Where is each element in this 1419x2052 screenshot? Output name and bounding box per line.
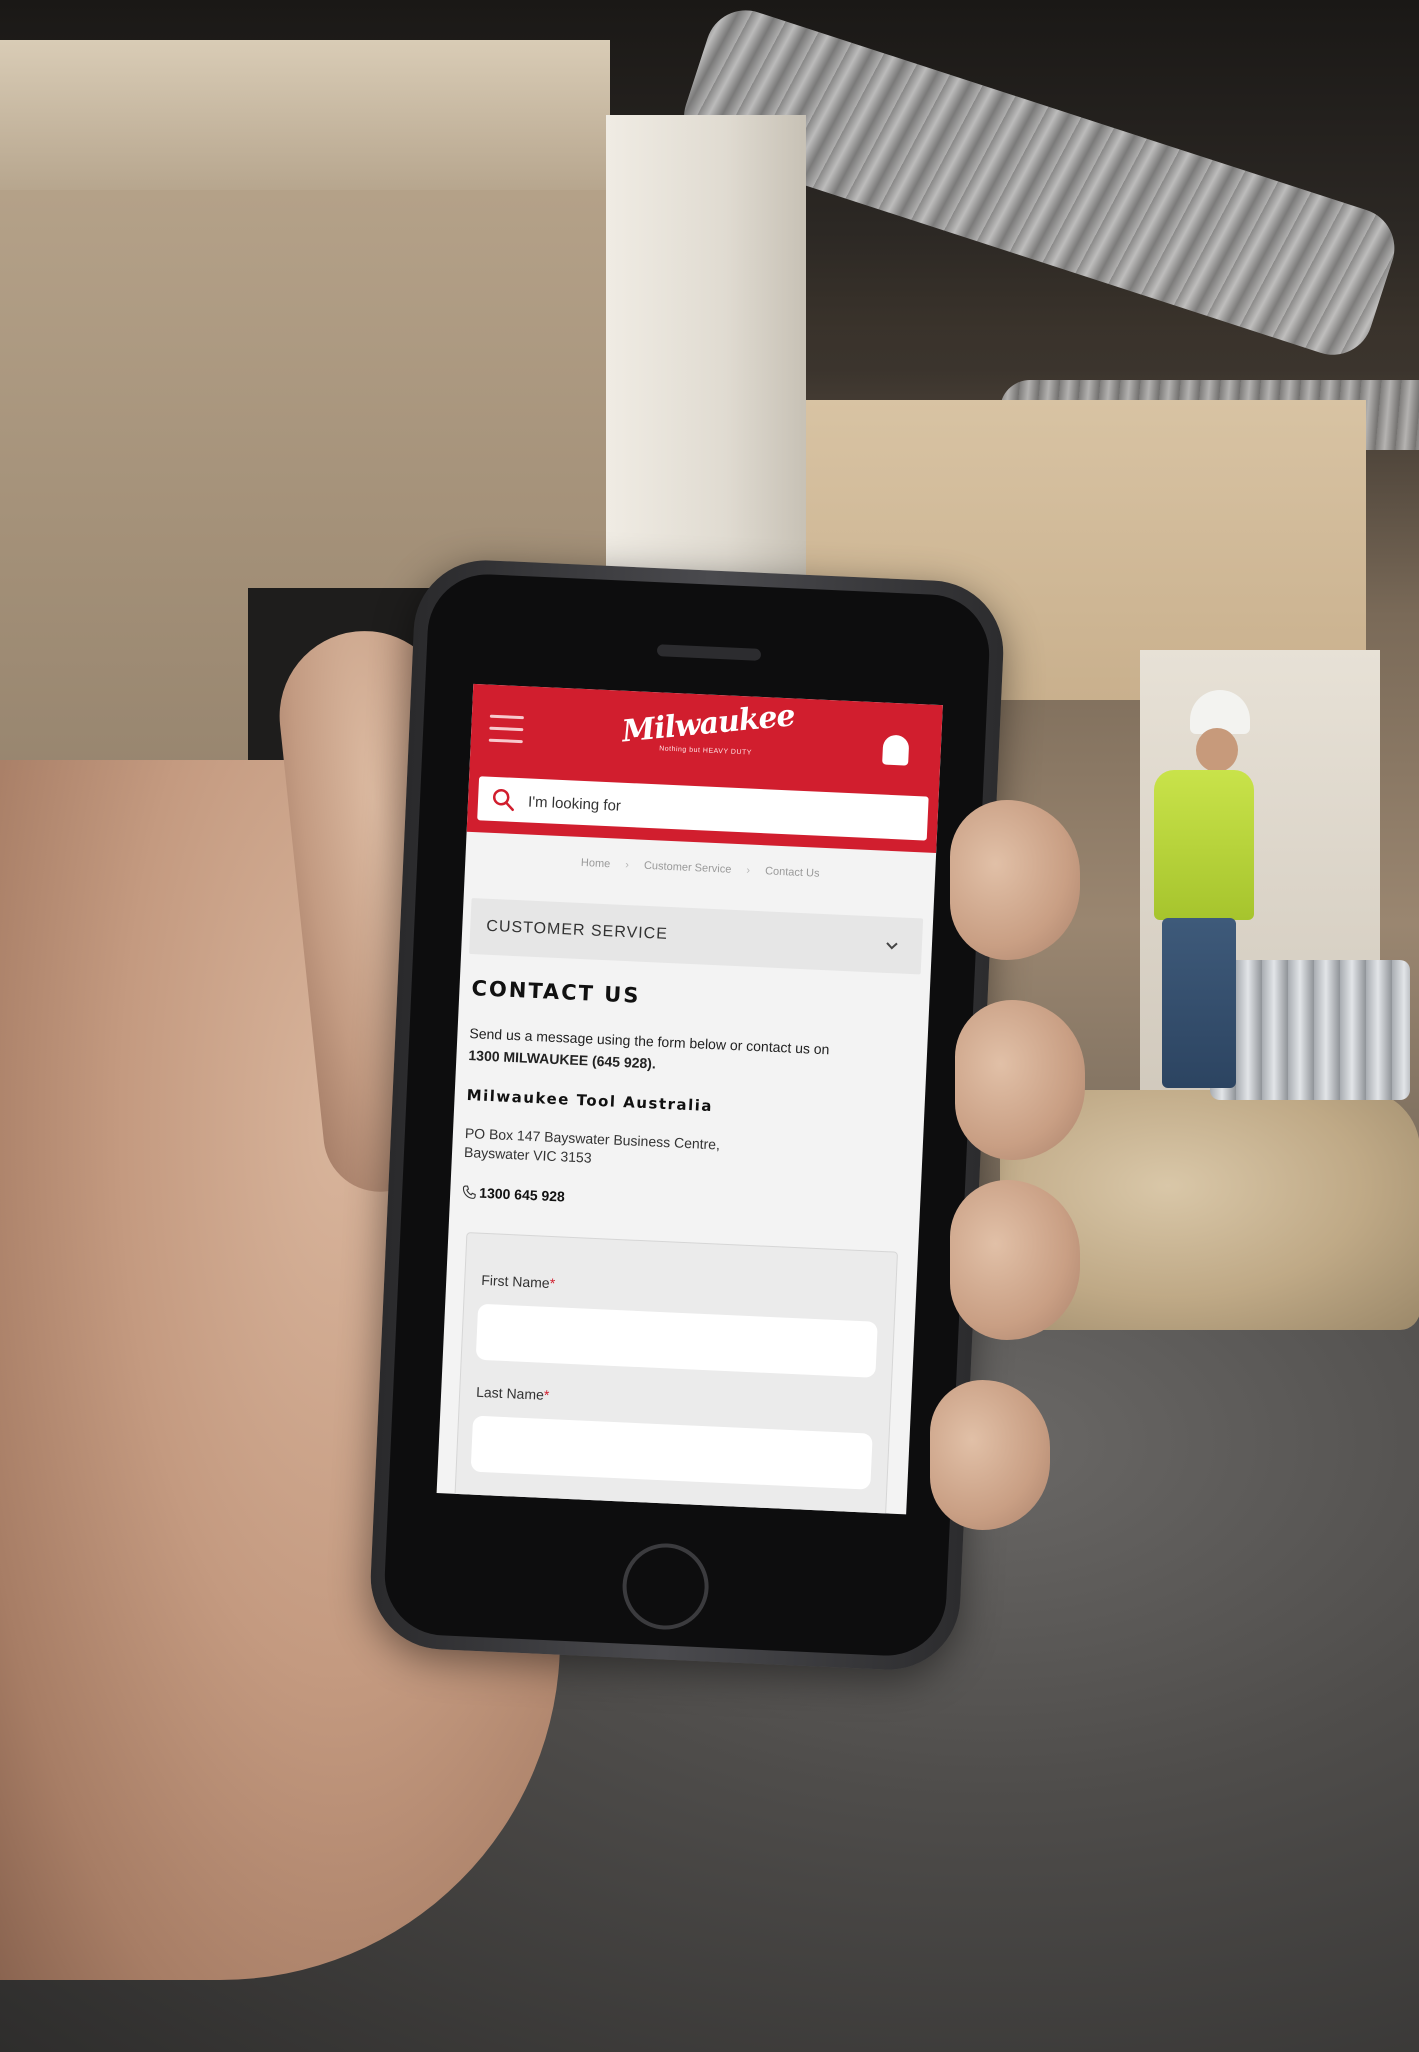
phone-home-button[interactable] xyxy=(620,1541,711,1632)
middle-finger xyxy=(955,1000,1085,1160)
hi-vis-vest xyxy=(1154,770,1254,920)
chevron-down-icon[interactable] xyxy=(881,935,902,956)
required-marker: * xyxy=(549,1274,556,1292)
hamburger-menu-icon[interactable] xyxy=(488,714,524,751)
phone-speaker xyxy=(656,644,762,661)
smartphone: Milwaukee Nothing but HEAVY DUTY Home xyxy=(367,557,1007,1673)
phone-number: 1300 645 928 xyxy=(478,1184,566,1205)
first-name-label: First Name* xyxy=(481,1272,556,1291)
last-name-field[interactable] xyxy=(470,1415,873,1490)
phone-bezel: Milwaukee Nothing but HEAVY DUTY Home xyxy=(382,571,992,1659)
logo-wordmark: Milwaukee xyxy=(620,698,797,750)
contact-intro-phone[interactable]: 1300 MILWAUKEE (645 928). xyxy=(468,1047,656,1071)
customer-service-accordion[interactable]: CUSTOMER SERVICE xyxy=(469,898,924,975)
postal-address: PO Box 147 Bayswater Business Centre, Ba… xyxy=(464,1124,905,1182)
first-name-field[interactable] xyxy=(475,1303,878,1378)
milwaukee-logo[interactable]: Milwaukee Nothing but HEAVY DUTY xyxy=(619,698,796,781)
breadcrumb: Home › Customer Service › Contact Us xyxy=(465,852,935,885)
required-marker: * xyxy=(543,1386,550,1404)
phone-screen: Milwaukee Nothing but HEAVY DUTY Home xyxy=(436,683,943,1515)
last-name-label-text: Last Name xyxy=(475,1383,545,1403)
first-name-label-text: First Name xyxy=(480,1271,551,1291)
worker-jeans xyxy=(1162,918,1236,1088)
ring-finger xyxy=(950,1180,1080,1340)
phone-link[interactable]: 1300 645 928 xyxy=(462,1184,565,1205)
company-name: Milwaukee Tool Australia xyxy=(466,1085,714,1116)
helmet-account-icon[interactable] xyxy=(882,734,910,766)
phone-icon xyxy=(462,1185,476,1199)
search-icon[interactable] xyxy=(490,786,517,813)
search-input[interactable] xyxy=(525,784,921,837)
wall-top-band xyxy=(0,40,610,190)
search-bar[interactable] xyxy=(477,776,929,841)
photo-background: Milwaukee Nothing but HEAVY DUTY Home xyxy=(0,0,1419,2052)
index-finger xyxy=(950,800,1080,960)
breadcrumb-customer-service[interactable]: Customer Service xyxy=(644,860,732,876)
last-name-label: Last Name* xyxy=(476,1384,550,1403)
construction-worker xyxy=(1140,690,1260,1090)
site-header: Milwaukee Nothing but HEAVY DUTY xyxy=(466,683,943,854)
worker-head xyxy=(1196,728,1238,772)
accordion-label: CUSTOMER SERVICE xyxy=(485,917,669,943)
breadcrumb-home[interactable]: Home xyxy=(581,857,611,870)
breadcrumb-contact-us: Contact Us xyxy=(764,865,820,880)
contact-form: First Name* Last Name* xyxy=(452,1232,899,1515)
breadcrumb-separator: › xyxy=(625,858,630,872)
breadcrumb-separator: › xyxy=(746,864,751,877)
little-finger xyxy=(930,1380,1050,1530)
page-title: CONTACT US xyxy=(470,976,641,1008)
contact-intro: Send us a message using the form below o… xyxy=(468,1022,910,1086)
